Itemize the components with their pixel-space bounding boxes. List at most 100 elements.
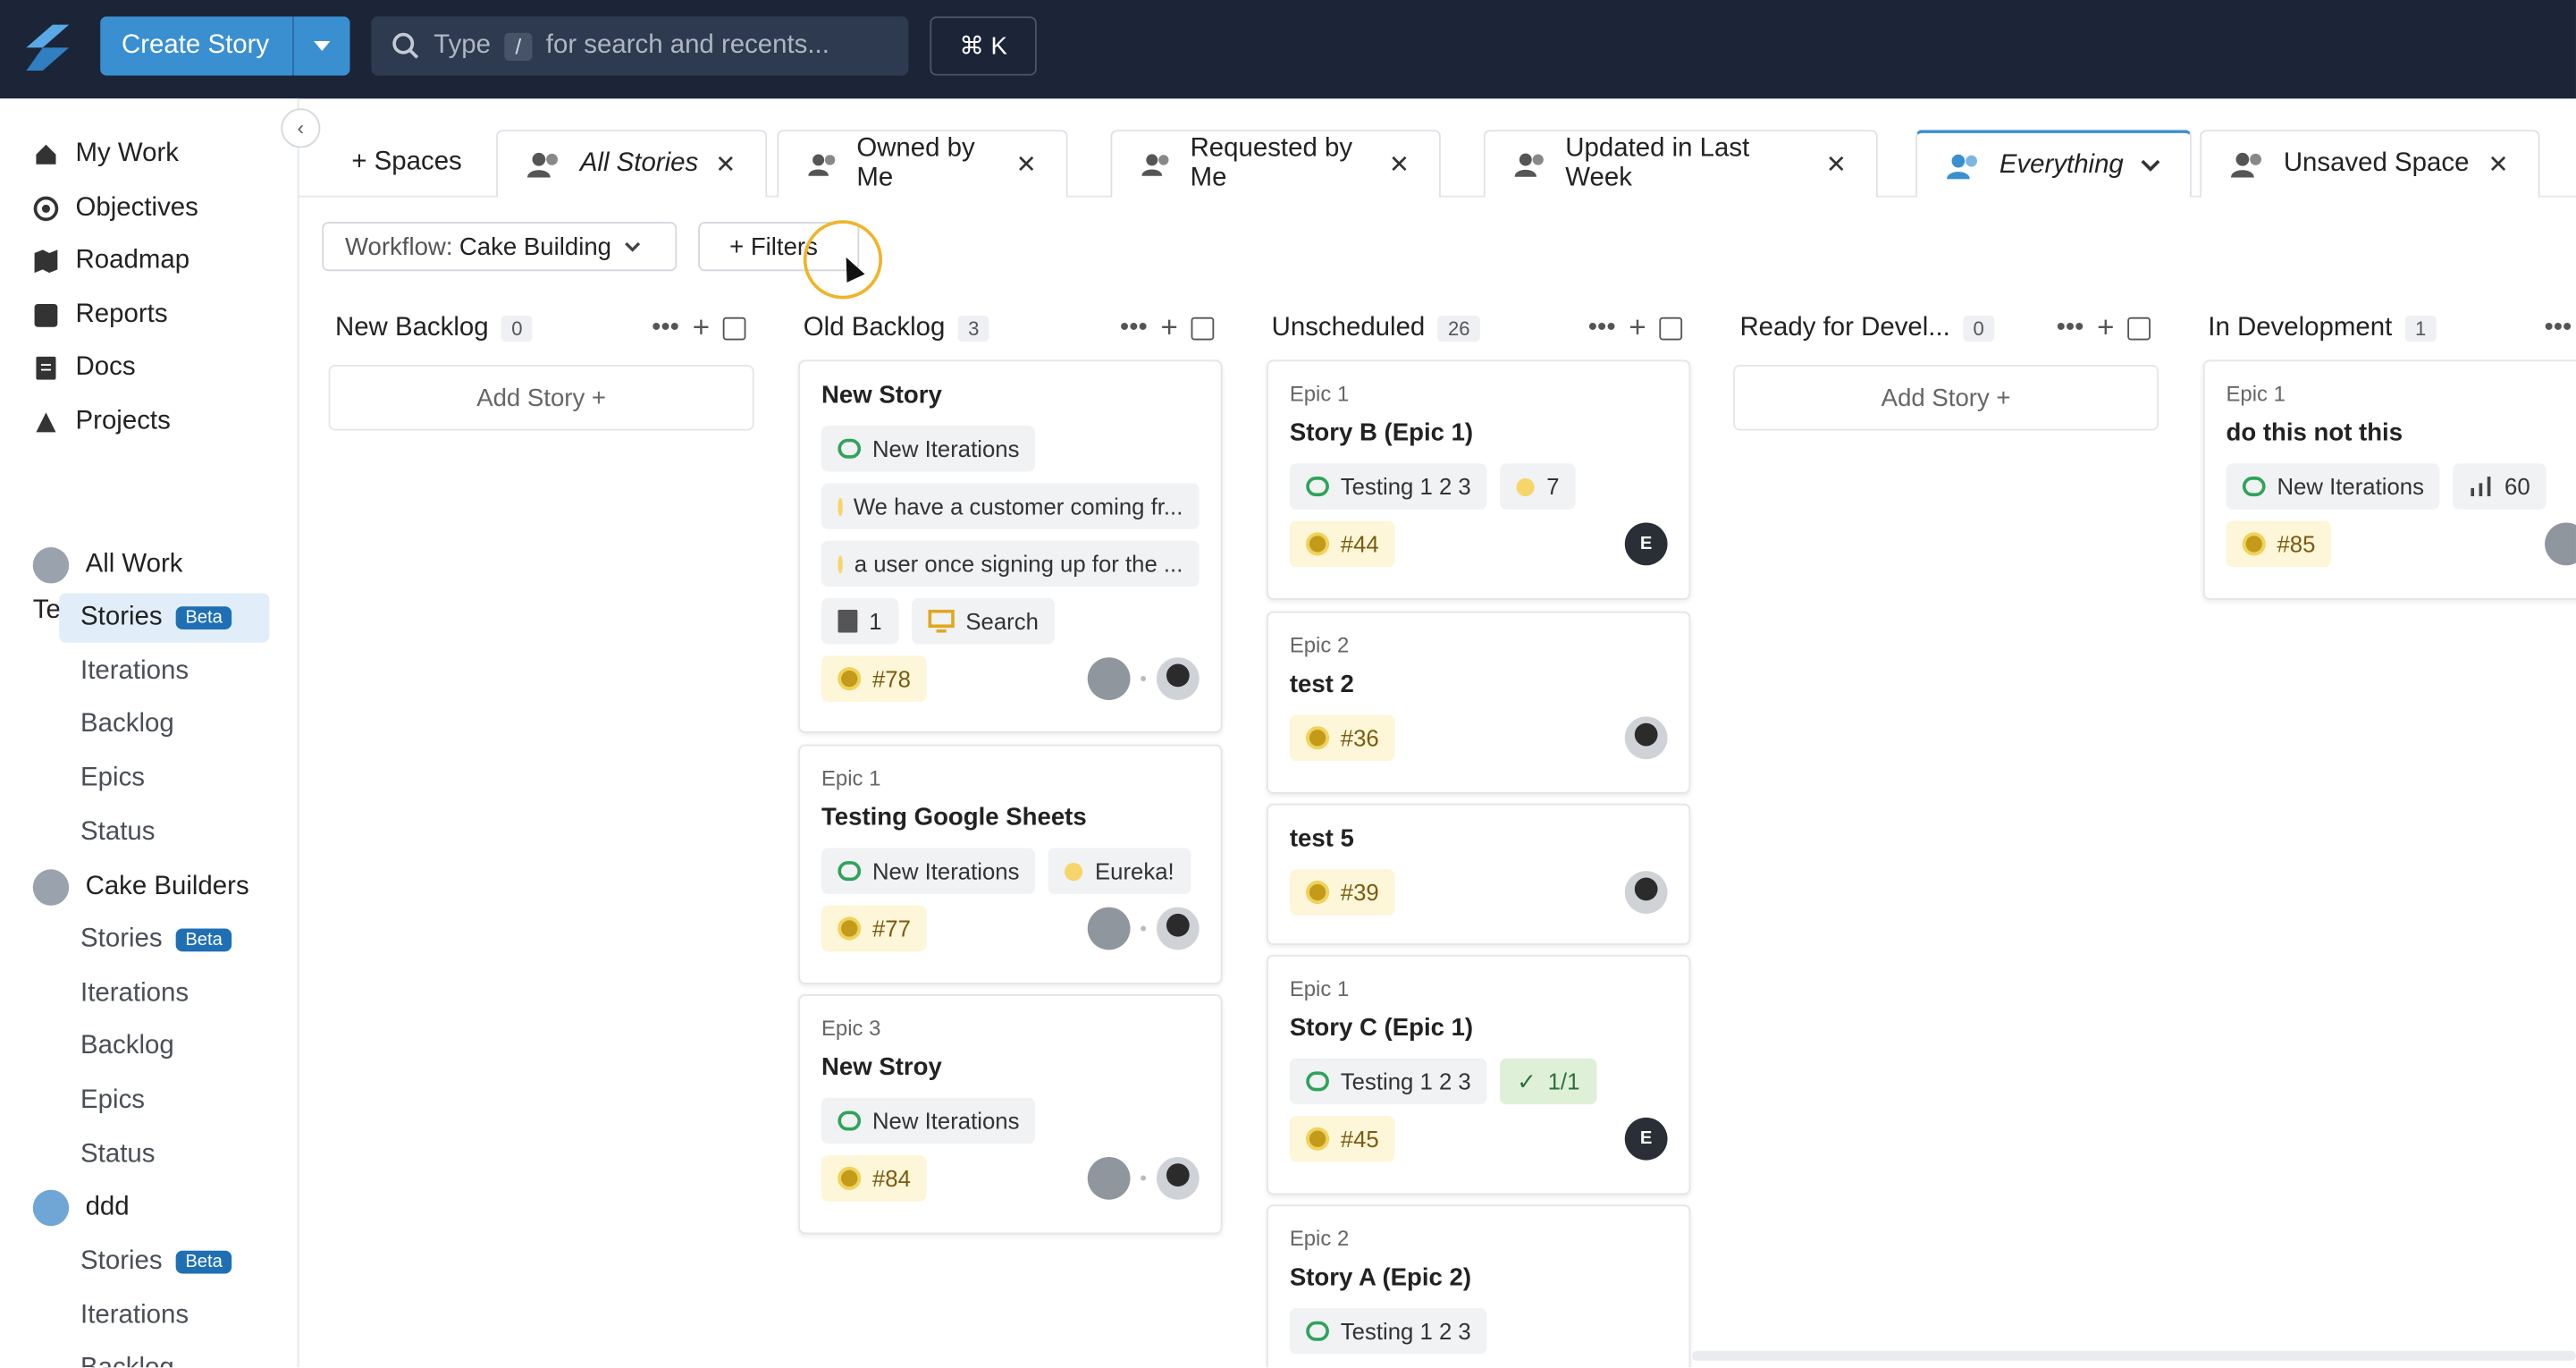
story-card[interactable]: New Story New Iterations We have a custo… [798,359,1223,733]
iteration-chip[interactable]: New Iterations [821,426,1036,472]
sidebar-item-status[interactable]: Status [59,1131,269,1180]
story-id-chip[interactable]: #85 [2226,520,2332,568]
story-id-chip[interactable]: #44 [1289,520,1396,568]
iteration-chip[interactable]: New Iterations [821,848,1036,894]
nav-label: Roadmap [75,246,190,274]
column-menu-button[interactable]: ••• [2057,313,2084,342]
create-story-button[interactable]: Create Story [100,16,293,76]
sidebar-item-backlog[interactable]: Backlog [59,1022,269,1071]
column-select-checkbox[interactable] [1659,316,1683,340]
dot-icon [1517,477,1536,496]
nav-roadmap[interactable]: Roadmap [33,237,189,286]
column-menu-button[interactable]: ••• [2544,313,2572,342]
close-icon[interactable]: ✕ [1016,149,1037,179]
close-icon[interactable]: ✕ [1389,149,1410,179]
sidebar-item-stories[interactable]: Stories Beta [59,593,270,643]
chip-label: 7 [1546,473,1560,500]
tab-all-stories[interactable]: All Stories ✕ [496,130,768,198]
close-icon[interactable]: ✕ [2488,149,2509,179]
column-select-checkbox[interactable] [2127,316,2151,340]
people-icon [2231,152,2262,178]
custom-field-chip[interactable]: Eureka! [1048,848,1191,894]
label-chip[interactable]: Search [911,598,1056,645]
tab-everything[interactable]: Everything [1915,130,2192,198]
tab-requested-by-me[interactable]: Requested by Me ✕ [1110,130,1441,198]
nav-reports[interactable]: Reports [33,291,168,340]
column-header: New Backlog 0 ••• + [335,310,746,345]
story-card[interactable]: Epic 1 Story C (Epic 1) Testing 1 2 3 ✓ 1… [1267,954,1691,1195]
team-avatar [1087,657,1131,700]
story-id-chip[interactable]: #77 [821,905,928,952]
team-ddd[interactable]: ddd [32,1183,130,1232]
sidebar-item-status[interactable]: Status [59,808,269,857]
close-icon[interactable]: ✕ [1826,149,1847,179]
docs-chip[interactable]: 1 [821,598,899,645]
team-all-work[interactable]: All Work [32,541,183,590]
story-card[interactable]: Epic 1 Story B (Epic 1) Testing 1 2 3 7 … [1267,359,1691,600]
story-card[interactable]: test 5 #39 [1267,803,1691,945]
sidebar-item-backlog[interactable]: Backlog [59,700,269,749]
column-add-button[interactable]: + [2097,310,2114,345]
story-card[interactable]: Epic 2 test 2 #36 [1267,611,1691,794]
story-card[interactable]: Epic 1 do this not this New Iterations 6… [2202,359,2576,600]
story-id-chip[interactable]: #39 [1289,869,1396,916]
sidebar-item-epics[interactable]: Epics [59,755,269,804]
column-select-checkbox[interactable] [722,316,746,340]
iteration-chip[interactable]: Testing 1 2 3 [1289,1058,1488,1105]
story-card[interactable]: Epic 2 Story A (Epic 2) Testing 1 2 3 [1267,1204,1691,1368]
column-add-button[interactable]: + [693,310,710,345]
tab-owned-by-me[interactable]: Owned by Me ✕ [777,130,1068,198]
collapse-sidebar-button[interactable]: ‹ [281,108,321,148]
add-space-button[interactable]: + Spaces [351,148,461,177]
create-story-dropdown[interactable] [292,16,350,76]
column-select-checkbox[interactable] [1191,316,1215,340]
nav-my-work[interactable]: My Work [33,130,179,179]
custom-field-chip[interactable]: We have a customer coming fr... [821,483,1200,529]
sidebar-item-iterations[interactable]: Iterations [59,647,269,697]
iteration-chip[interactable]: New Iterations [821,1097,1036,1144]
tab-label: Everything [1999,150,2124,179]
nav-objectives[interactable]: Objectives [33,184,198,233]
add-story-button[interactable]: Add Story + [328,365,754,431]
column-menu-button[interactable]: ••• [1120,313,1148,342]
nav-docs[interactable]: Docs [33,343,136,393]
tasks-chip[interactable]: ✓ 1/1 [1500,1058,1596,1105]
check-icon: ✓ [1517,1067,1536,1094]
story-id-chip[interactable]: #36 [1289,714,1396,761]
tab-unsaved-space[interactable]: Unsaved Space ✕ [2200,130,2540,198]
story-id-chip[interactable]: #84 [821,1155,928,1202]
add-story-button[interactable]: Add Story + [1733,365,2159,431]
sidebar-item-backlog[interactable]: Backlog [59,1344,269,1368]
column-add-button[interactable]: + [1629,310,1646,345]
sidebar-item-iterations[interactable]: Iterations [59,1292,269,1341]
iteration-chip[interactable]: Testing 1 2 3 [1289,463,1488,510]
shortcut-logo-icon[interactable] [20,20,75,75]
chevron-down-icon[interactable] [2141,158,2160,172]
iteration-chip[interactable]: New Iterations [2226,463,2441,510]
estimate-chip[interactable]: 60 [2454,463,2547,510]
story-id-chip[interactable]: #78 [821,655,928,702]
tab-updated-in-last-week[interactable]: Updated in Last Week ✕ [1483,130,1878,198]
sidebar-item-stories[interactable]: Stories Beta [59,1237,269,1287]
sidebar-item-stories[interactable]: Stories Beta [59,916,269,965]
command-palette-button[interactable]: ⌘ K [930,16,1037,76]
story-card[interactable]: Epic 1 Testing Google Sheets New Iterati… [798,744,1223,984]
iteration-chip[interactable]: Testing 1 2 3 [1289,1308,1488,1355]
story-card[interactable]: Epic 3 New Stroy New Iterations #84 • [798,993,1223,1235]
workflow-select[interactable]: Workflow: Cake Building [322,222,678,272]
estimate-chip[interactable]: 7 [1500,463,1576,510]
owner-avatar [1624,871,1668,914]
sidebar-item-epics[interactable]: Epics [59,1077,269,1126]
story-id-chip[interactable]: #45 [1289,1116,1396,1162]
doc-icon [838,609,858,633]
team-cake-builders[interactable]: Cake Builders [32,863,249,912]
column-menu-button[interactable]: ••• [1588,313,1616,342]
close-icon[interactable]: ✕ [715,149,736,179]
column-add-button[interactable]: + [1161,310,1178,345]
nav-projects[interactable]: Projects [33,398,171,447]
horizontal-scrollbar[interactable] [1692,1350,2576,1361]
custom-field-chip[interactable]: a user once signing up for the ... [821,540,1200,587]
sidebar-item-iterations[interactable]: Iterations [59,969,269,1018]
search-input[interactable]: Type / for search and recents... [371,16,909,76]
column-menu-button[interactable]: ••• [652,313,679,342]
